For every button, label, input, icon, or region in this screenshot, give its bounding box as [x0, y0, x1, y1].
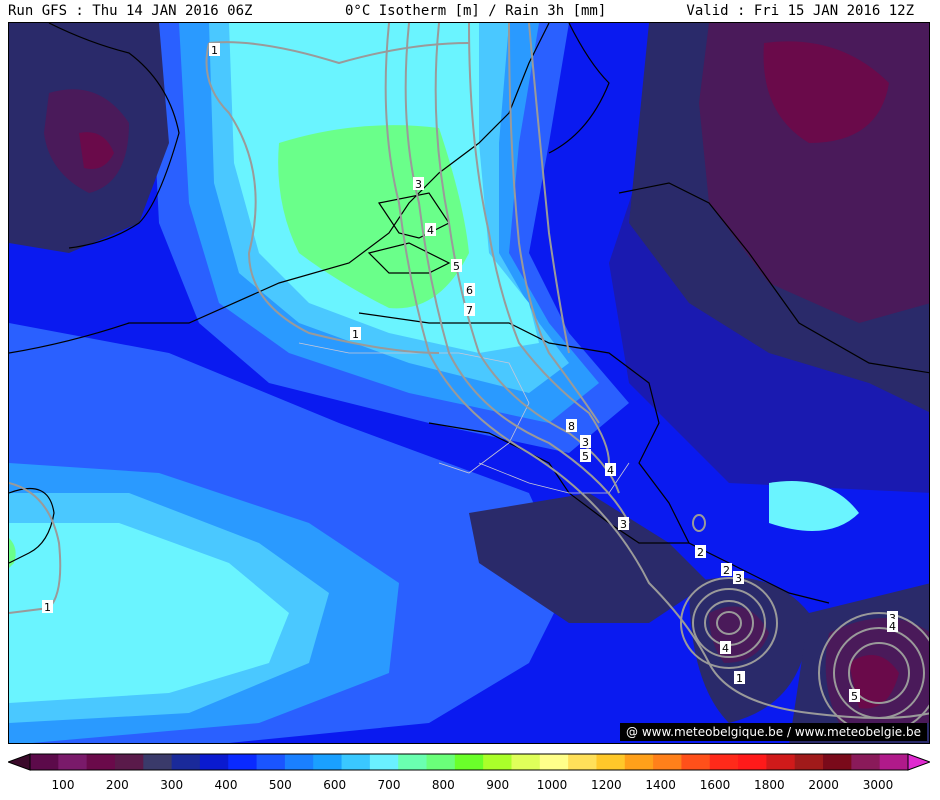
colorbar-swatch [284, 754, 314, 770]
colorbar-swatch [879, 754, 909, 770]
contour-label: 4 [427, 224, 434, 237]
contour-label: 3 [735, 572, 742, 585]
header-bar: Run GFS : Thu 14 JAN 2016 06Z 0°C Isothe… [0, 0, 940, 22]
legend-tick-label: 300 [160, 778, 184, 792]
colorbar-swatch [766, 754, 796, 770]
contour-label: 4 [722, 642, 729, 655]
contour-label: 1 [352, 328, 359, 341]
credit-badge: @ www.meteobelgique.be / www.meteobelgie… [620, 723, 927, 741]
run-info: Run GFS : Thu 14 JAN 2016 06Z [8, 3, 253, 19]
contour-label: 5 [453, 260, 460, 273]
legend-tick-label: 600 [323, 778, 347, 792]
colorbar-swatch [823, 754, 852, 770]
colorbar-swatch [568, 754, 597, 770]
contour-label: 6 [466, 284, 473, 297]
colorbar-swatch [114, 754, 144, 770]
colorbar-swatch [851, 754, 881, 770]
contour-label: 4 [607, 464, 614, 477]
colorbar-swatch [30, 754, 59, 770]
colorbar-swatch [341, 754, 371, 770]
colorbar-swatch [483, 754, 512, 770]
contour-label: 4 [889, 620, 896, 633]
contour-label: 5 [851, 690, 858, 703]
product-title: 0°C Isotherm [m] / Rain 3h [mm] [345, 3, 607, 19]
contour-label: 2 [697, 546, 704, 559]
colorbar-swatch [256, 754, 286, 770]
legend-tick-label: 1200 [591, 778, 622, 792]
legend-tick-label: 2000 [808, 778, 839, 792]
legend-tick-label: 1800 [754, 778, 785, 792]
colorbar-swatch [199, 754, 229, 770]
colorbar-swatch [313, 754, 343, 770]
colorbar-swatch [511, 754, 541, 770]
legend-tick-label: 1000 [536, 778, 568, 792]
colorbar-min-arrow [8, 753, 31, 771]
contour-label: 3 [620, 518, 627, 531]
colorbar-swatch [58, 754, 88, 770]
contour-label: 1 [211, 44, 218, 57]
contour-label: 3 [415, 178, 422, 191]
colorbar-swatch [86, 754, 116, 770]
color-legend: 100 200 300 400 500 600 700 800 900 1000 1200 1400 1… [8, 752, 930, 800]
colorbar-swatch [794, 754, 824, 770]
colorbar-swatch [454, 754, 484, 770]
colorbar-swatch [171, 754, 201, 770]
contour-label: 2 [723, 564, 730, 577]
contour-label: 5 [582, 450, 589, 463]
colorbar-swatch [143, 754, 173, 770]
legend-tick-label: 900 [486, 778, 510, 792]
colorbar-swatch [369, 754, 399, 770]
legend-tick-label: 500 [268, 778, 292, 792]
colorbar [8, 753, 930, 771]
colorbar-swatch [709, 754, 739, 770]
colorbar-max-arrow [907, 753, 930, 771]
legend-tick-label: 400 [214, 778, 238, 792]
colorbar-swatch [539, 754, 569, 770]
legend-tick-label: 1600 [699, 778, 731, 792]
legend-tick-label: 1400 [645, 778, 676, 792]
map-canvas: 1 1 1 1 1 2 2 3 3 3 3 3 4 4 [9, 23, 929, 743]
colorbar-swatch [681, 754, 711, 770]
colorbar-swatch [653, 754, 682, 770]
valid-time: Valid : Fri 15 JAN 2016 12Z [686, 3, 914, 19]
legend-tick-label: 200 [105, 778, 129, 792]
contour-label: 1 [736, 672, 743, 685]
legend-tick-label: 700 [377, 778, 401, 792]
contour-label: 1 [44, 601, 51, 614]
colorbar-swatch [596, 754, 626, 770]
legend-tick-label: 3000 [862, 778, 894, 792]
colorbar-swatch [624, 754, 654, 770]
colorbar-swatch [738, 754, 767, 770]
legend-tick-label: 800 [431, 778, 455, 792]
legend-tick-label: 100 [51, 778, 75, 792]
contour-label: 7 [466, 304, 473, 317]
contour-label: 3 [582, 436, 589, 449]
forecast-map: 1 1 1 1 1 2 2 3 3 3 3 3 4 4 [8, 22, 930, 744]
legend-ticks: 100 200 300 400 500 600 700 800 900 1000 1200 1400 1… [8, 778, 930, 796]
colorbar-swatch [398, 754, 428, 770]
colorbar-swatch [426, 754, 456, 770]
contour-label: 8 [568, 420, 575, 433]
colorbar-swatch [228, 754, 258, 770]
